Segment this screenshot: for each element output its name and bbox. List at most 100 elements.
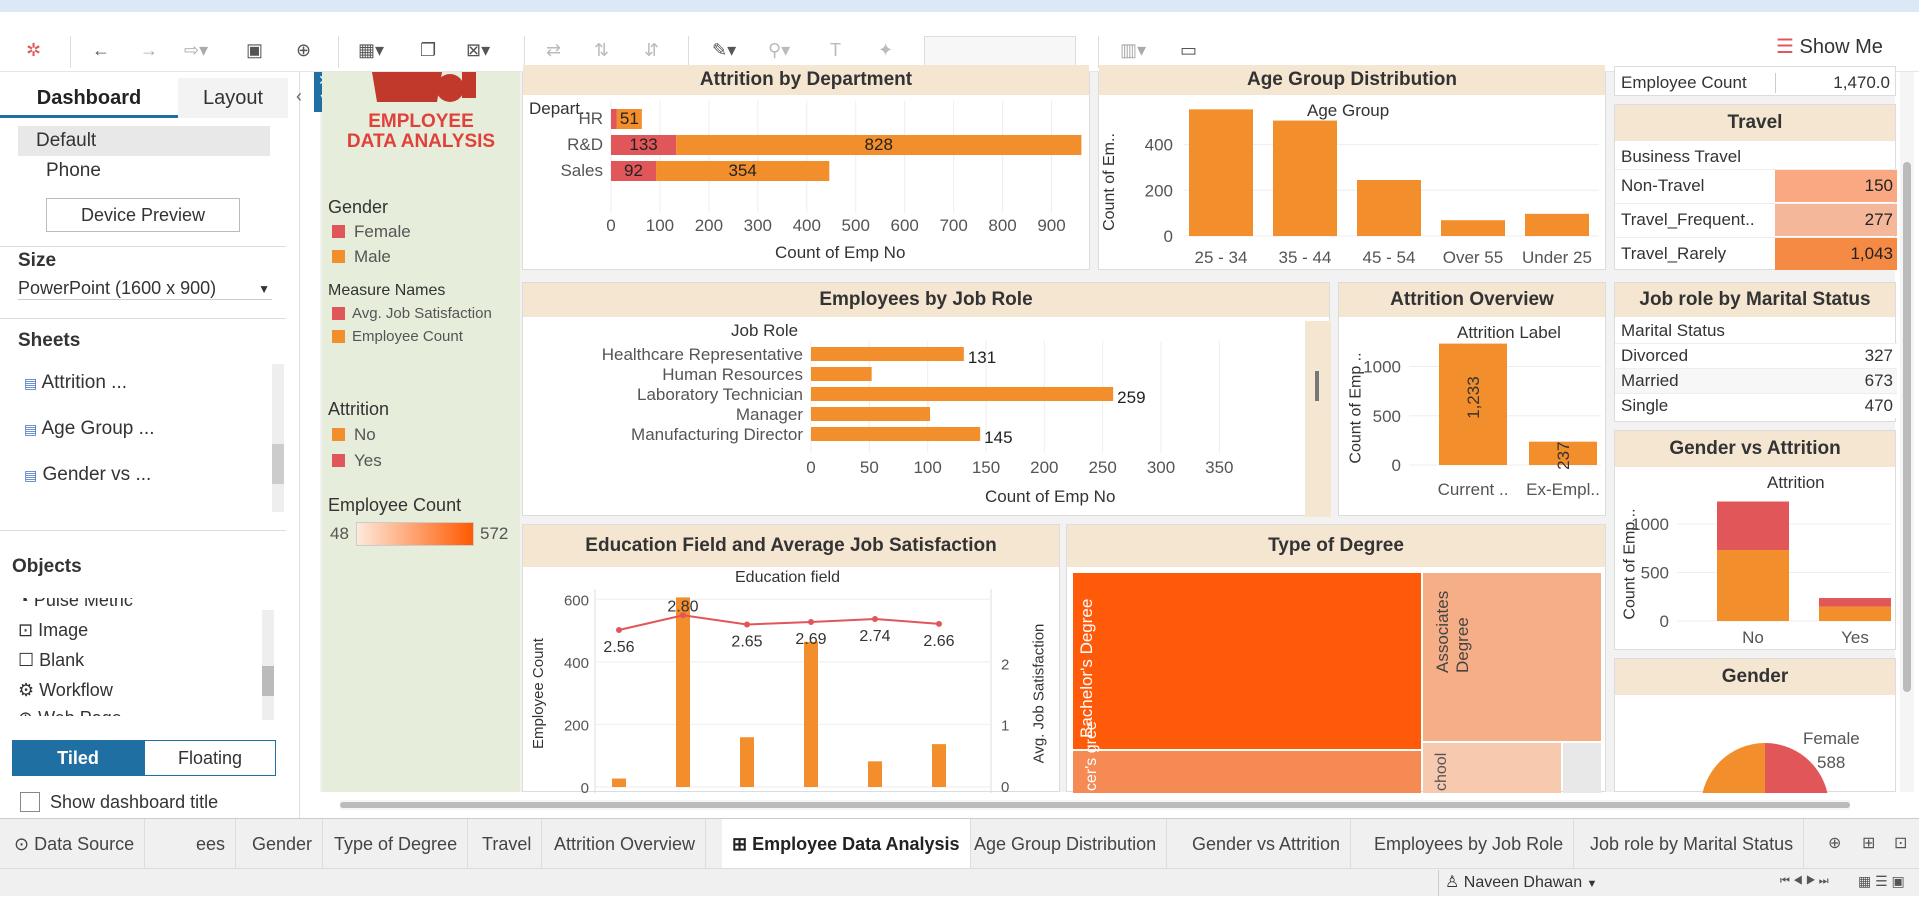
degree-tile-school[interactable]: chool [1423,743,1561,793]
collapse-icon[interactable]: ‹ [296,86,302,107]
edu-bar[interactable] [676,597,690,787]
sheets-scrollbar[interactable] [272,364,284,512]
job-role-bar[interactable] [811,387,1114,401]
redo-icon[interactable]: → [140,40,158,60]
satisfaction-point[interactable] [808,619,814,626]
tab-employees-by-job-role[interactable]: Employees by Job Role [1364,819,1575,869]
dashboard-vscrollbar[interactable] [1900,72,1914,792]
satisfaction-point[interactable] [616,626,622,633]
legend-item-female[interactable]: Female [354,222,411,242]
swap-icon[interactable]: ⇄ [546,40,561,60]
new-worksheet-icon[interactable]: ⊕ [1828,833,1841,853]
new-dashboard-icon[interactable]: ⊞ [1862,833,1875,853]
replay-icon[interactable]: ⇨▾ [184,40,208,60]
tab-dashboard[interactable]: Dashboard [0,78,178,118]
job-role-bar[interactable] [811,427,981,441]
bar-yes[interactable] [611,109,617,129]
object-web-page[interactable]: ⊕ Web Page [18,708,122,716]
undo-icon[interactable]: ← [92,40,110,60]
clear-icon[interactable]: ⊠▾ [466,40,490,60]
satisfaction-line[interactable] [618,614,940,631]
size-select[interactable]: PowerPoint (1600 x 900) ▼ [18,278,272,300]
tab-layout[interactable]: Layout [178,78,288,118]
view-mode-icon[interactable]: ▦ ☰ ▣ [1858,873,1905,890]
job-role-bar[interactable] [811,347,964,361]
new-story-icon[interactable]: ⊡ [1894,833,1907,853]
satisfaction-point[interactable] [872,615,878,622]
age-bar[interactable] [1357,180,1421,236]
travel-row[interactable]: Travel_Rarely 1,043 [1615,237,1897,270]
age-bar[interactable] [1441,220,1505,236]
legend-item-yes[interactable]: Yes [354,451,382,471]
device-phone[interactable]: Phone [46,160,101,182]
new-datasource-icon[interactable]: ⊕ [296,40,311,60]
pin-icon[interactable]: ✦ [878,40,893,60]
degree-tile-bachelor[interactable]: Bachelor's Degree [1073,573,1421,749]
sort-asc-icon[interactable]: ⇅ [594,40,609,60]
legend-item-no[interactable]: No [354,425,376,445]
tab-type-of-degree[interactable]: Type of Degree [324,819,469,869]
satisfaction-point[interactable] [936,620,942,627]
sort-desc-icon[interactable]: ⇵ [644,40,659,60]
bar-female[interactable] [1819,598,1891,607]
user-menu[interactable]: ♙ Naveen Dhawan ▼ [1438,870,1597,896]
bar-female[interactable] [1717,501,1789,551]
sheet-item[interactable]: ▤ Age Group ... [24,418,154,440]
object-blank[interactable]: ☐ Blank [18,650,84,671]
new-sheet-icon[interactable]: ▦▾ [358,40,384,60]
edu-bar[interactable] [932,744,946,787]
show-title-checkbox[interactable] [20,792,40,812]
floating-button[interactable]: Floating [144,740,276,776]
travel-row[interactable]: Non-Travel 150 [1615,169,1897,202]
save-icon[interactable]: ▣ [246,40,263,60]
highlight-icon[interactable]: ✎▾ [712,40,736,60]
tab-employees[interactable]: ees [186,819,237,869]
age-bar[interactable] [1525,213,1589,236]
marital-row[interactable]: Single 470 [1615,393,1897,418]
presentation-icon[interactable]: ▭ [1180,40,1197,60]
bar-male[interactable] [1717,550,1789,621]
duplicate-icon[interactable]: ❐ [420,40,436,60]
show-cards-icon[interactable]: ▥▾ [1120,40,1146,60]
age-bar[interactable] [1189,109,1253,236]
tab-age-group-distribution[interactable]: Age Group Distribution [964,819,1168,869]
edu-bar[interactable] [868,761,882,787]
pie-slice-male[interactable] [1701,743,1765,793]
tableau-logo-icon[interactable]: ✲ [26,40,41,60]
tab-gender-vs-attrition[interactable]: Gender vs Attrition [1182,819,1352,869]
edu-bar[interactable] [612,778,626,787]
bar-male[interactable] [1819,606,1891,621]
sheet-nav-icon[interactable]: ⏮ ◀ ▶ ⏭ [1780,875,1829,888]
age-bar[interactable] [1273,120,1337,236]
tab-travel[interactable]: Travel [472,819,543,869]
device-default[interactable]: Default [18,126,270,156]
object-pulse-metric[interactable]: ◔ Pulse Metric [18,598,133,611]
marital-row[interactable]: Married 673 [1615,368,1897,393]
degree-tile-other[interactable] [1563,743,1601,793]
job-role-scrollbar[interactable] [1305,321,1331,517]
objects-scrollbar[interactable] [262,610,274,720]
object-image[interactable]: ⊡ Image [18,620,88,641]
dashboard-hscrollbar[interactable] [340,800,1850,810]
satisfaction-point[interactable] [744,621,750,628]
edu-bar[interactable] [804,641,818,787]
show-me-button[interactable]: ☰ Show Me [1776,32,1883,62]
degree-tile-masters[interactable]: cer's gree [1073,721,1421,793]
job-role-bar[interactable] [811,407,930,421]
legend-item-empcount[interactable]: Employee Count [352,328,463,345]
device-preview-button[interactable]: Device Preview [46,198,240,232]
legend-item-satisfaction[interactable]: Avg. Job Satisfaction [352,305,492,322]
sheet-item[interactable]: ▤ Gender vs ... [24,464,151,486]
tab-attrition-overview[interactable]: Attrition Overview [544,819,707,869]
label-icon[interactable]: T [830,40,841,60]
edu-bar[interactable] [740,737,754,787]
job-role-bar[interactable] [811,367,872,381]
legend-item-male[interactable]: Male [354,247,391,267]
tab-gender[interactable]: Gender [242,819,324,869]
degree-tile-associates[interactable]: Associates Degree [1423,573,1601,741]
sheet-item[interactable]: ▤ Attrition ... [24,372,127,394]
tab-job-role-marital[interactable]: Job role by Marital Status [1580,819,1805,869]
tiled-button[interactable]: Tiled [12,740,144,776]
marital-row[interactable]: Divorced 327 [1615,343,1897,368]
tab-data-source[interactable]: ⊙ Data Source [4,819,146,869]
